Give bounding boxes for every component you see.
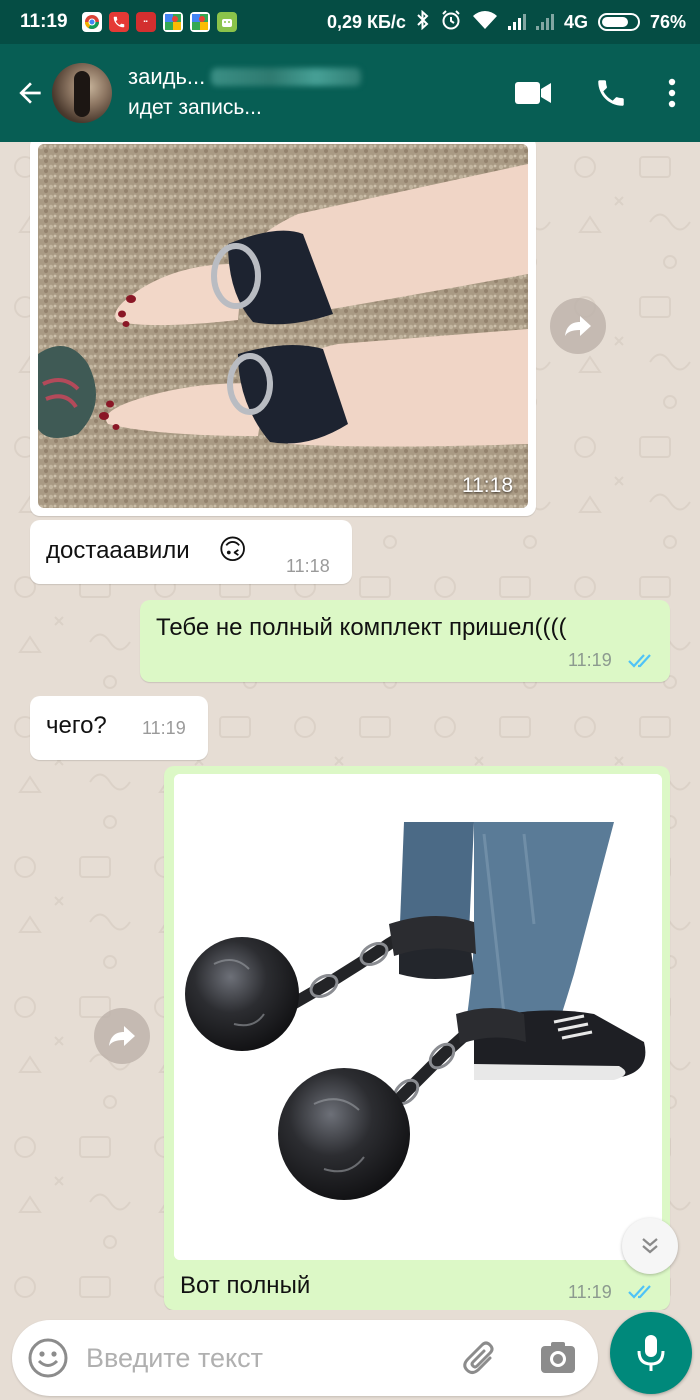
- video-call-button[interactable]: [494, 44, 572, 142]
- message-text: чего?: [46, 712, 107, 739]
- message-input-container[interactable]: [12, 1320, 598, 1396]
- network-type: 4G: [563, 11, 588, 32]
- message-text: достааавили: [46, 537, 190, 564]
- video-camera-icon: [515, 82, 551, 104]
- maps-icon-2: [189, 12, 210, 32]
- chrome-icon: [81, 12, 102, 32]
- message-incoming-image[interactable]: 11:18: [30, 142, 536, 516]
- message-incoming-text[interactable]: чего? 11:19: [30, 696, 208, 760]
- maps-icon: [162, 12, 183, 32]
- missed-call-icon: [108, 12, 129, 32]
- upside-down-face-emoji: 🙃: [218, 534, 248, 565]
- message-time: 11:18: [462, 474, 513, 497]
- camera-button[interactable]: [538, 1338, 578, 1378]
- photo-content: [174, 774, 662, 1260]
- photo-ball-and-chain[interactable]: [174, 774, 662, 1260]
- chat-header: заидь... идет запись...: [0, 44, 700, 142]
- photo-content: [38, 144, 528, 508]
- chevron-double-down-icon: [642, 1238, 658, 1254]
- store-app-icon: ▪▪: [135, 12, 156, 32]
- camera-icon: [541, 1342, 575, 1373]
- microphone-icon: [637, 1335, 665, 1371]
- more-options-button[interactable]: [650, 44, 694, 142]
- forward-button[interactable]: [550, 298, 606, 354]
- scroll-to-bottom-button[interactable]: [622, 1218, 678, 1274]
- more-vertical-icon: [668, 78, 676, 108]
- arrow-left-icon: [19, 82, 41, 104]
- contact-name: заидь...: [128, 64, 206, 89]
- photo-ankle-cuffs[interactable]: 11:18: [38, 144, 528, 508]
- signal-icon-2: [535, 14, 554, 30]
- message-time: 11:18: [286, 556, 330, 576]
- contact-info[interactable]: заидь... идет запись...: [128, 63, 494, 123]
- contact-status: идет запись...: [128, 96, 262, 119]
- voice-call-button[interactable]: [572, 44, 650, 142]
- read-ticks-icon: [628, 1285, 651, 1299]
- signal-icon: [507, 14, 526, 30]
- phone-icon: [598, 80, 624, 106]
- android-app-icon: [216, 12, 237, 32]
- attach-button[interactable]: [460, 1338, 500, 1378]
- back-button[interactable]: [2, 44, 58, 142]
- network-speed: 0,29 КБ/с: [326, 11, 406, 32]
- alarm-icon: [440, 9, 462, 36]
- forward-arrow-icon: [565, 316, 591, 336]
- message-incoming-text[interactable]: достааавили 🙃 11:18: [30, 520, 352, 584]
- forward-button[interactable]: [94, 1008, 150, 1064]
- voice-message-button[interactable]: [610, 1312, 692, 1394]
- message-time: 11:19: [568, 1282, 612, 1302]
- message-outgoing-text[interactable]: Тебе не полный комплект пришел(((( 11:19: [140, 600, 670, 682]
- message-outgoing-image[interactable]: Вот полный 11:19: [164, 766, 670, 1310]
- forward-arrow-icon: [109, 1026, 135, 1046]
- message-text: Тебе не полный комплект пришел((((: [156, 614, 567, 641]
- avatar[interactable]: [52, 63, 112, 123]
- paperclip-icon: [463, 1341, 494, 1374]
- chat-area[interactable]: 11:18 достааавили 🙃 11:18 Тебе не полный…: [0, 142, 700, 1310]
- redacted-name-blur: [211, 68, 362, 86]
- battery-percent: 76%: [649, 11, 686, 32]
- read-ticks-icon: [628, 654, 651, 668]
- message-time: 11:19: [142, 718, 186, 738]
- message-input[interactable]: [86, 1338, 446, 1378]
- emoji-button[interactable]: [26, 1336, 70, 1380]
- image-caption: Вот полный: [180, 1272, 311, 1299]
- message-time: 11:19: [568, 650, 612, 670]
- bluetooth-icon: [416, 9, 430, 35]
- status-bar: 11:19 ▪▪ 0,29 КБ/с 4G 76%: [0, 0, 700, 44]
- notification-icons: ▪▪: [81, 12, 237, 32]
- battery-icon: [597, 13, 640, 31]
- smiley-icon: [28, 1338, 68, 1378]
- compose-bar: [0, 1310, 700, 1400]
- wifi-icon: [472, 10, 498, 35]
- status-time: 11:19: [20, 11, 68, 32]
